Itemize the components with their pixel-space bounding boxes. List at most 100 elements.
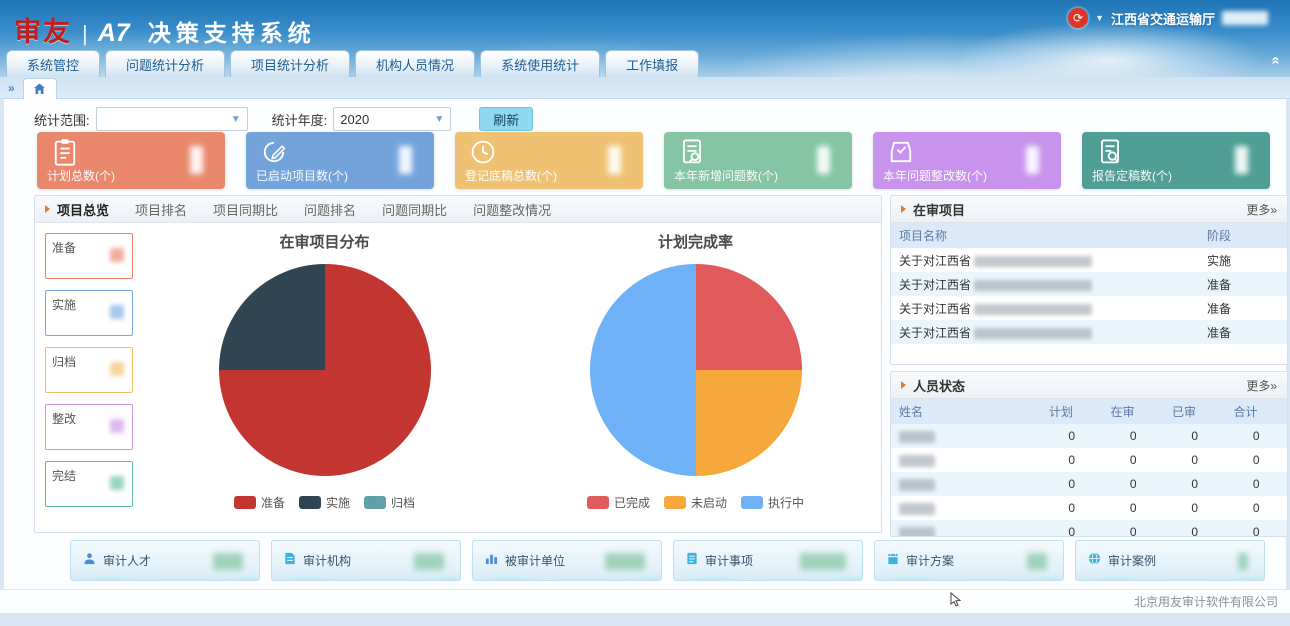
stat-card-final-reports[interactable]: 报告定稿数(个) (1082, 132, 1270, 189)
year-label: 统计年度: (272, 110, 328, 129)
table-row[interactable]: 关于对江西省 实施 (891, 248, 1287, 272)
tab-project-overview[interactable]: 项目总览 (57, 200, 109, 219)
scope-select[interactable]: ▼ (96, 107, 248, 131)
stat-value-redacted (1026, 146, 1039, 174)
bar-chart-icon (485, 552, 498, 570)
tab-org-personnel[interactable]: 机构人员情况 (355, 50, 475, 77)
table-row[interactable]: 0 0 0 0 (891, 496, 1287, 520)
tab-system-usage[interactable]: 系统使用统计 (480, 50, 600, 77)
redacted-text (974, 256, 1092, 267)
pending-projects-panel: 在审项目 更多» 项目名称 阶段 关于对江西省 实施 关于对江西省 准备 关于对… (890, 195, 1288, 365)
breadcrumb-strip: » (0, 77, 1290, 99)
pie-chart[interactable] (219, 264, 431, 476)
logo-divider: | (82, 21, 88, 47)
quick-link-audited-units[interactable]: 被审计单位 (472, 540, 662, 581)
table-row[interactable]: 0 0 0 0 (891, 520, 1287, 537)
stat-value-redacted (817, 146, 830, 174)
tab-issue-statistics[interactable]: 问题统计分析 (105, 50, 225, 77)
stage-box-rectify[interactable]: 整改 (45, 404, 133, 450)
stage-value-redacted (110, 248, 124, 262)
redacted-name (899, 431, 935, 443)
user-name-redacted[interactable] (1222, 11, 1268, 25)
stat-card-new-issues[interactable]: 本年新增问题数(个) (664, 132, 852, 189)
tab-issue-rectification[interactable]: 问题整改情况 (473, 200, 551, 219)
tab-system-control[interactable]: 系统管控 (6, 50, 100, 77)
legend-swatch (234, 496, 256, 509)
tab-project-yoy[interactable]: 项目同期比 (213, 200, 278, 219)
stat-card-plans[interactable]: 计划总数(个) (37, 132, 225, 189)
collapse-up-icon[interactable]: « (1267, 56, 1284, 64)
notification-icon[interactable]: ⟳ (1068, 8, 1088, 28)
nav-tab-bar: 系统管控 问题统计分析 项目统计分析 机构人员情况 系统使用统计 工作填报 (6, 50, 699, 77)
stage-value-redacted (110, 419, 124, 433)
tab-issue-yoy[interactable]: 问题同期比 (382, 200, 447, 219)
pie-chart[interactable] (590, 264, 802, 476)
table-row[interactable]: 0 0 0 0 (891, 448, 1287, 472)
stat-value-redacted (399, 146, 412, 174)
quick-link-value-redacted (1027, 553, 1047, 570)
stage-value-redacted (110, 305, 124, 319)
chevron-down-icon: ▼ (434, 114, 444, 125)
panel-title: 在审项目 (913, 200, 965, 219)
stat-card-started-projects[interactable]: 已启动项目数(个) (246, 132, 434, 189)
caret-down-icon[interactable]: ▼ (1095, 13, 1104, 23)
stage-value-redacted (110, 476, 124, 490)
legend-swatch (299, 496, 321, 509)
app-logo: 审友 | A7 决策支持系统 (14, 10, 316, 49)
home-icon (33, 83, 46, 95)
stage-box-archive[interactable]: 归档 (45, 347, 133, 393)
stat-value-redacted (1235, 146, 1248, 174)
user-area: ⟳ ▼ 江西省交通运输厅 (1068, 8, 1268, 28)
page-title: 决策支持系统 (148, 14, 316, 48)
panel-title: 人员状态 (913, 376, 965, 395)
year-select[interactable]: 2020 ▼ (333, 107, 451, 131)
panel-arrow-icon (901, 205, 906, 213)
table-row[interactable]: 0 0 0 0 (891, 424, 1287, 448)
pie-plan-completion: 计划完成率 已完成 未启动 执行中 (510, 223, 881, 533)
redacted-name (899, 479, 935, 491)
redacted-text (974, 280, 1092, 291)
refresh-button[interactable]: 刷新 (479, 107, 533, 131)
quick-link-value-redacted (213, 553, 243, 570)
chart-title: 在审项目分布 (279, 231, 369, 252)
quick-link-audit-matters[interactable]: 审计事项 (673, 540, 863, 581)
more-link[interactable]: 更多» (1246, 201, 1277, 218)
stat-value-redacted (190, 146, 203, 174)
redacted-name (899, 455, 935, 467)
table-row[interactable]: 关于对江西省 准备 (891, 320, 1287, 344)
stat-card-rectified-issues[interactable]: 本年问题整改数(个) (873, 132, 1061, 189)
panel-arrow-icon (901, 381, 906, 389)
stage-box-prepare[interactable]: 准备 (45, 233, 133, 279)
quick-link-row: 审计人才 审计机构 被审计单位 审计事项 审计方案 (70, 540, 1265, 581)
tab-project-statistics[interactable]: 项目统计分析 (230, 50, 350, 77)
tab-issue-ranking[interactable]: 问题排名 (304, 200, 356, 219)
redacted-name (899, 503, 935, 515)
home-tab[interactable] (23, 78, 57, 99)
stat-value-redacted (608, 146, 621, 174)
quick-link-audit-org[interactable]: 审计机构 (271, 540, 461, 581)
more-link[interactable]: 更多» (1246, 377, 1277, 394)
table-row[interactable]: 关于对江西省 准备 (891, 272, 1287, 296)
quick-link-audit-cases[interactable]: 审计案例 (1075, 540, 1265, 581)
quick-link-value-redacted (605, 553, 645, 570)
org-name: 江西省交通运输厅 (1111, 9, 1215, 28)
logo-product: A7 (98, 19, 130, 48)
footer: 北京用友审计软件有限公司 (0, 589, 1290, 613)
file-icon (284, 552, 296, 570)
table-row[interactable]: 0 0 0 0 (891, 472, 1287, 496)
quick-link-audit-talent[interactable]: 审计人才 (70, 540, 260, 581)
quick-link-audit-plans[interactable]: 审计方案 (874, 540, 1064, 581)
chart-title: 计划完成率 (658, 231, 733, 252)
double-arrow-icon[interactable]: » (8, 81, 15, 95)
mouse-cursor (950, 592, 962, 613)
stage-box-implement[interactable]: 实施 (45, 290, 133, 336)
globe-icon (1088, 552, 1101, 570)
tab-project-ranking[interactable]: 项目排名 (135, 200, 187, 219)
tab-work-report[interactable]: 工作填报 (605, 50, 699, 77)
staff-status-panel: 人员状态 更多» 姓名 计划 在审 已审 合计 0 0 0 0 0 0 (890, 371, 1288, 537)
table-row[interactable]: 关于对江西省 准备 (891, 296, 1287, 320)
scope-label: 统计范围: (34, 110, 90, 129)
staff-status-table: 姓名 计划 在审 已审 合计 0 0 0 0 0 0 0 0 (891, 399, 1287, 537)
stage-box-complete[interactable]: 完结 (45, 461, 133, 507)
stat-card-registered-drafts[interactable]: 登记底稿总数(个) (455, 132, 643, 189)
